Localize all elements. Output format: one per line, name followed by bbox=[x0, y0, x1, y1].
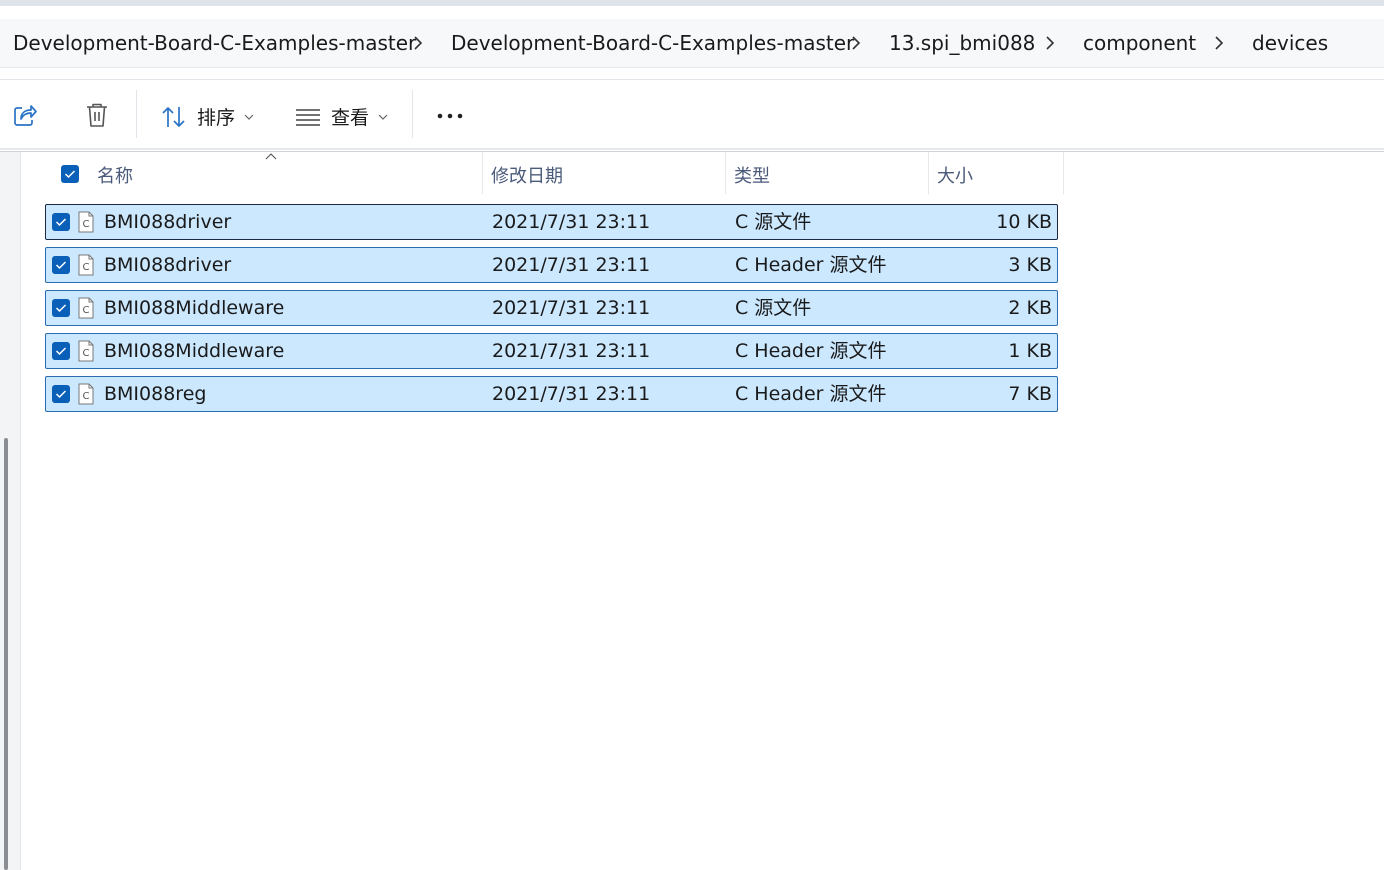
checkmark-icon bbox=[55, 261, 67, 270]
toolbar-divider bbox=[412, 90, 413, 138]
row-checkbox[interactable] bbox=[52, 213, 70, 231]
file-modified: 2021/7/31 23:11 bbox=[492, 297, 651, 319]
checkmark-icon bbox=[55, 390, 67, 399]
sort-button[interactable]: 排序 bbox=[161, 103, 255, 130]
file-modified: 2021/7/31 23:11 bbox=[492, 211, 651, 233]
divider bbox=[0, 148, 1384, 150]
breadcrumb-item-3[interactable]: 13.spi_bmi088 bbox=[889, 31, 1035, 55]
file-type: C 源文件 bbox=[735, 211, 812, 233]
file-size: 1 KB bbox=[1008, 340, 1052, 362]
breadcrumb-item-5[interactable]: devices bbox=[1252, 31, 1328, 55]
command-bar: 排序 查看 bbox=[0, 80, 1384, 148]
file-type: C Header 源文件 bbox=[735, 254, 887, 276]
chevron-right-icon[interactable] bbox=[1209, 33, 1229, 53]
column-header: 名称 修改日期 类型 大小 bbox=[20, 152, 1384, 194]
c-file-icon: C bbox=[78, 297, 94, 319]
window-top-strip bbox=[0, 0, 1384, 6]
chevron-right-icon[interactable] bbox=[846, 33, 866, 53]
breadcrumb-item-1[interactable]: Development-Board-C-Examples-master bbox=[13, 31, 416, 55]
file-type: C Header 源文件 bbox=[735, 383, 887, 405]
file-row[interactable]: C BMI088Middleware 2021/7/31 23:11 C Hea… bbox=[45, 333, 1058, 369]
file-type: C Header 源文件 bbox=[735, 340, 887, 362]
view-label: 查看 bbox=[331, 107, 370, 129]
checkmark-icon bbox=[55, 304, 67, 313]
c-file-icon: C bbox=[78, 254, 94, 276]
select-all-checkbox[interactable] bbox=[61, 165, 79, 183]
breadcrumb: Development-Board-C-Examples-master Deve… bbox=[0, 19, 1384, 68]
file-modified: 2021/7/31 23:11 bbox=[492, 254, 651, 276]
column-header-type[interactable]: 类型 bbox=[734, 162, 770, 188]
view-list-icon bbox=[296, 108, 320, 126]
file-size: 10 KB bbox=[996, 211, 1052, 233]
share-button[interactable] bbox=[12, 102, 38, 128]
file-size: 2 KB bbox=[1008, 297, 1052, 319]
row-checkbox[interactable] bbox=[52, 342, 70, 360]
chevron-right-icon[interactable] bbox=[408, 33, 428, 53]
file-modified: 2021/7/31 23:11 bbox=[492, 340, 651, 362]
file-row[interactable]: C BMI088driver 2021/7/31 23:11 C 源文件 10 … bbox=[45, 204, 1058, 240]
c-file-icon: C bbox=[78, 211, 94, 233]
column-separator[interactable] bbox=[725, 152, 726, 194]
checkmark-icon bbox=[64, 170, 76, 179]
svg-text:C: C bbox=[83, 348, 90, 359]
chevron-down-icon bbox=[244, 114, 254, 120]
breadcrumb-item-4[interactable]: component bbox=[1083, 31, 1196, 55]
checkmark-icon bbox=[55, 218, 67, 227]
svg-text:C: C bbox=[83, 391, 90, 402]
c-file-icon: C bbox=[78, 340, 94, 362]
file-name: BMI088driver bbox=[104, 254, 232, 276]
more-options-button[interactable] bbox=[436, 105, 464, 125]
row-checkbox[interactable] bbox=[52, 385, 70, 403]
more-icon bbox=[437, 113, 463, 119]
file-size: 7 KB bbox=[1008, 383, 1052, 405]
delete-button[interactable] bbox=[85, 102, 109, 128]
share-icon bbox=[14, 105, 37, 126]
file-name: BMI088Middleware bbox=[104, 297, 285, 319]
file-type: C 源文件 bbox=[735, 297, 812, 319]
svg-text:C: C bbox=[83, 262, 90, 273]
column-separator[interactable] bbox=[928, 152, 929, 194]
file-name: BMI088driver bbox=[104, 211, 232, 233]
column-separator[interactable] bbox=[482, 152, 483, 194]
sort-label: 排序 bbox=[197, 107, 236, 129]
svg-text:C: C bbox=[83, 219, 90, 230]
file-row[interactable]: C BMI088Middleware 2021/7/31 23:11 C 源文件… bbox=[45, 290, 1058, 326]
file-name: BMI088reg bbox=[104, 383, 207, 405]
column-header-name[interactable]: 名称 bbox=[97, 162, 133, 188]
sort-ascending-icon bbox=[265, 153, 277, 160]
sort-icon bbox=[162, 106, 185, 127]
view-button[interactable]: 查看 bbox=[295, 103, 389, 130]
file-modified: 2021/7/31 23:11 bbox=[492, 383, 651, 405]
column-separator[interactable] bbox=[1063, 152, 1064, 194]
file-row[interactable]: C BMI088driver 2021/7/31 23:11 C Header … bbox=[45, 247, 1058, 283]
svg-text:C: C bbox=[83, 305, 90, 316]
toolbar-divider bbox=[136, 90, 137, 138]
file-row[interactable]: C BMI088reg 2021/7/31 23:11 C Header 源文件… bbox=[45, 376, 1058, 412]
column-header-size[interactable]: 大小 bbox=[937, 162, 973, 188]
chevron-down-icon bbox=[378, 114, 388, 120]
row-checkbox[interactable] bbox=[52, 299, 70, 317]
row-checkbox[interactable] bbox=[52, 256, 70, 274]
c-file-icon: C bbox=[78, 383, 94, 405]
scrollbar[interactable] bbox=[4, 438, 8, 870]
file-size: 3 KB bbox=[1008, 254, 1052, 276]
column-header-modified[interactable]: 修改日期 bbox=[491, 162, 563, 188]
trash-icon bbox=[87, 103, 107, 127]
chevron-right-icon[interactable] bbox=[1040, 33, 1060, 53]
breadcrumb-item-2[interactable]: Development-Board-C-Examples-master bbox=[451, 31, 854, 55]
file-name: BMI088Middleware bbox=[104, 340, 285, 362]
checkmark-icon bbox=[55, 347, 67, 356]
